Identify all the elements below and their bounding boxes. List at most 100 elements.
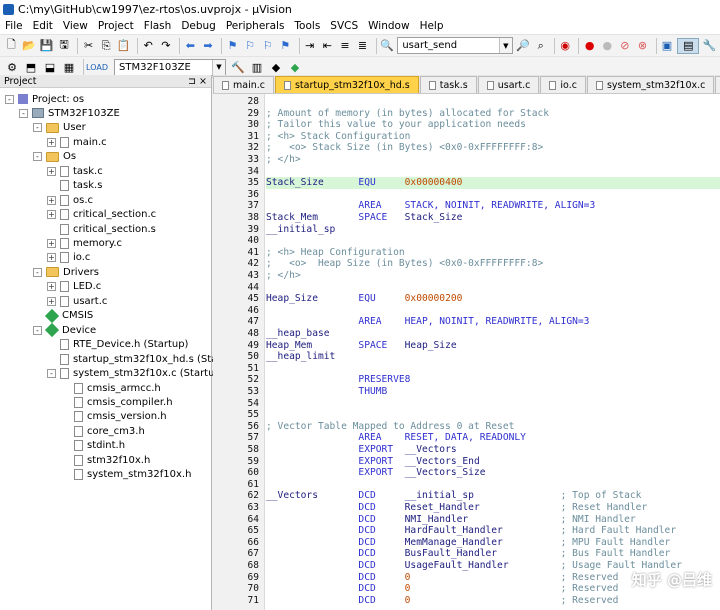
disable-breakpoints-icon[interactable]: ⊘	[618, 38, 633, 54]
code-line[interactable]: Stack_Size EQU 0x00000400	[266, 177, 720, 189]
pack-installer-icon[interactable]: ◆	[268, 59, 284, 75]
pin-close-icon[interactable]: ⊐ ×	[188, 76, 207, 87]
code-line[interactable]: PRESERVE8	[266, 374, 720, 386]
code-line[interactable]	[266, 96, 720, 108]
tree-item[interactable]: - Project: os	[5, 92, 84, 106]
editor-tab[interactable]: system_stm32f10x.c	[586, 76, 715, 93]
code-line[interactable]: ; Vector Table Mapped to Address 0 at Re…	[266, 421, 720, 433]
menu-window[interactable]: Window	[363, 20, 414, 32]
code-line[interactable]: DCD Reset_Handler ; Reset Handler	[266, 502, 720, 514]
menu-file[interactable]: File	[0, 20, 28, 32]
code-line[interactable]: ; <h> Stack Configuration	[266, 131, 720, 143]
code-line[interactable]: EXPORT __Vectors_Size	[266, 467, 720, 479]
code-line[interactable]: AREA HEAP, NOINIT, READWRITE, ALIGN=3	[266, 316, 720, 328]
redo-icon[interactable]: ↷	[159, 38, 174, 54]
code-line[interactable]: EXPORT __Vectors_End	[266, 456, 720, 468]
collapse-icon[interactable]: -	[19, 108, 28, 118]
build-icon[interactable]: ⬒	[23, 59, 39, 75]
chevron-down-icon[interactable]: ▼	[212, 59, 225, 75]
tree-item[interactable]: - Drivers	[33, 265, 99, 279]
menu-edit[interactable]: Edit	[28, 20, 58, 32]
rebuild-icon[interactable]: ⬓	[42, 59, 58, 75]
code-line[interactable]	[266, 235, 720, 247]
menu-debug[interactable]: Debug	[176, 20, 221, 32]
tree-item[interactable]: + usart.c	[47, 294, 107, 308]
code-line[interactable]: ; Tailor this value to your application …	[266, 119, 720, 131]
tree-item[interactable]: stm32f10x.h	[61, 453, 150, 467]
tree-item[interactable]: core_cm3.h	[61, 424, 145, 438]
chevron-down-icon[interactable]: ▼	[498, 38, 512, 53]
expand-icon[interactable]: +	[47, 282, 56, 292]
download-icon[interactable]: LOAD	[86, 59, 108, 75]
uncomment-icon[interactable]: ≣	[355, 38, 370, 54]
save-all-icon[interactable]: 🖫	[57, 38, 72, 54]
code-line[interactable]	[266, 282, 720, 294]
target-combo[interactable]: STM32F103ZE ▼	[114, 58, 226, 76]
code-line[interactable]: DCD NMI_Handler ; NMI Handler	[266, 514, 720, 526]
code-line[interactable]: DCD BusFault_Handler ; Bus Fault Handler	[266, 548, 720, 560]
code-line[interactable]: ; <o> Stack Size (in Bytes) <0x0-0xFFFFF…	[266, 142, 720, 154]
menu-peripherals[interactable]: Peripherals	[221, 20, 290, 32]
code-line[interactable]	[266, 189, 720, 201]
code-area[interactable]: ; Amount of memory (in bytes) allocated …	[266, 94, 720, 610]
tree-item[interactable]: cmsis_compiler.h	[61, 395, 173, 409]
expand-icon[interactable]: +	[47, 195, 56, 205]
find-icon[interactable]: 🔎	[516, 38, 531, 54]
clear-bookmarks-icon[interactable]: ⚑	[278, 38, 293, 54]
batch-build-icon[interactable]: ▦	[61, 59, 77, 75]
tree-item[interactable]: stdint.h	[61, 439, 125, 453]
expand-icon[interactable]: +	[47, 210, 56, 220]
copy-icon[interactable]: ⎘	[99, 38, 114, 54]
menu-help[interactable]: Help	[415, 20, 449, 32]
code-line[interactable]: ; <h> Heap Configuration	[266, 247, 720, 259]
run-time-environment-icon[interactable]: ◆	[287, 59, 303, 75]
tree-item[interactable]: - User	[33, 121, 86, 135]
code-line[interactable]: Heap_Size EQU 0x00000200	[266, 293, 720, 305]
new-file-icon[interactable]: 🗋	[4, 38, 19, 54]
editor-tab[interactable]: io.c	[540, 76, 586, 93]
code-line[interactable]: __heap_base	[266, 328, 720, 340]
find-in-files-icon[interactable]: 🔍	[380, 38, 395, 54]
code-line[interactable]: ; </h>	[266, 270, 720, 282]
tree-item[interactable]: + task.c	[47, 164, 103, 178]
debug-session-icon[interactable]: ◉	[558, 38, 573, 54]
tree-item[interactable]: critical_section.s	[47, 222, 156, 236]
configure-icon[interactable]: ▤	[677, 37, 700, 54]
code-line[interactable]: AREA RESET, DATA, READONLY	[266, 432, 720, 444]
expand-icon[interactable]: +	[47, 137, 56, 147]
tree-item[interactable]: + os.c	[47, 193, 93, 207]
tree-item[interactable]: cmsis_version.h	[61, 410, 167, 424]
tree-item[interactable]: + LED.c	[47, 280, 101, 294]
code-line[interactable]: DCD HardFault_Handler ; Hard Fault Handl…	[266, 525, 720, 537]
enable-breakpoint-icon[interactable]: ●	[600, 38, 615, 54]
menu-svcs[interactable]: SVCS	[325, 20, 363, 32]
tree-item[interactable]: cmsis_armcc.h	[61, 381, 161, 395]
code-line[interactable]: __Vectors DCD __initial_sp ; Top of Stac…	[266, 490, 720, 502]
code-line[interactable]	[266, 398, 720, 410]
tree-item[interactable]: - Device	[33, 323, 96, 338]
undo-icon[interactable]: ↶	[141, 38, 156, 54]
save-icon[interactable]: 💾	[39, 38, 54, 54]
window-layout-icon[interactable]: ▣	[660, 38, 675, 54]
tree-item[interactable]: + main.c	[47, 135, 107, 149]
code-line[interactable]: Stack_Mem SPACE Stack_Size	[266, 212, 720, 224]
tree-item[interactable]: system_stm32f10x.h	[61, 468, 191, 482]
code-line[interactable]: DCD 0 ; Reserved	[266, 595, 720, 607]
indent-icon[interactable]: ⇥	[302, 38, 317, 54]
collapse-icon[interactable]: -	[33, 123, 42, 133]
code-line[interactable]: ; Amount of memory (in bytes) allocated …	[266, 108, 720, 120]
tree-item[interactable]: + io.c	[47, 251, 90, 265]
find-combo[interactable]: usart_send ▼	[397, 37, 513, 54]
menu-tools[interactable]: Tools	[289, 20, 325, 32]
tree-item[interactable]: CMSIS	[33, 308, 93, 323]
code-line[interactable]: __initial_sp	[266, 224, 720, 236]
unindent-icon[interactable]: ⇤	[320, 38, 335, 54]
tree-item[interactable]: task.s	[47, 179, 102, 193]
menu-view[interactable]: View	[58, 20, 93, 32]
code-line[interactable]: Heap_Mem SPACE Heap_Size	[266, 340, 720, 352]
collapse-icon[interactable]: -	[5, 94, 14, 104]
editor-tab[interactable]: startup_stm32f10x_hd.s	[274, 76, 419, 93]
translate-icon[interactable]: ⚙	[4, 59, 20, 75]
code-line[interactable]	[266, 166, 720, 178]
insert-breakpoint-icon[interactable]: ●	[582, 38, 597, 54]
